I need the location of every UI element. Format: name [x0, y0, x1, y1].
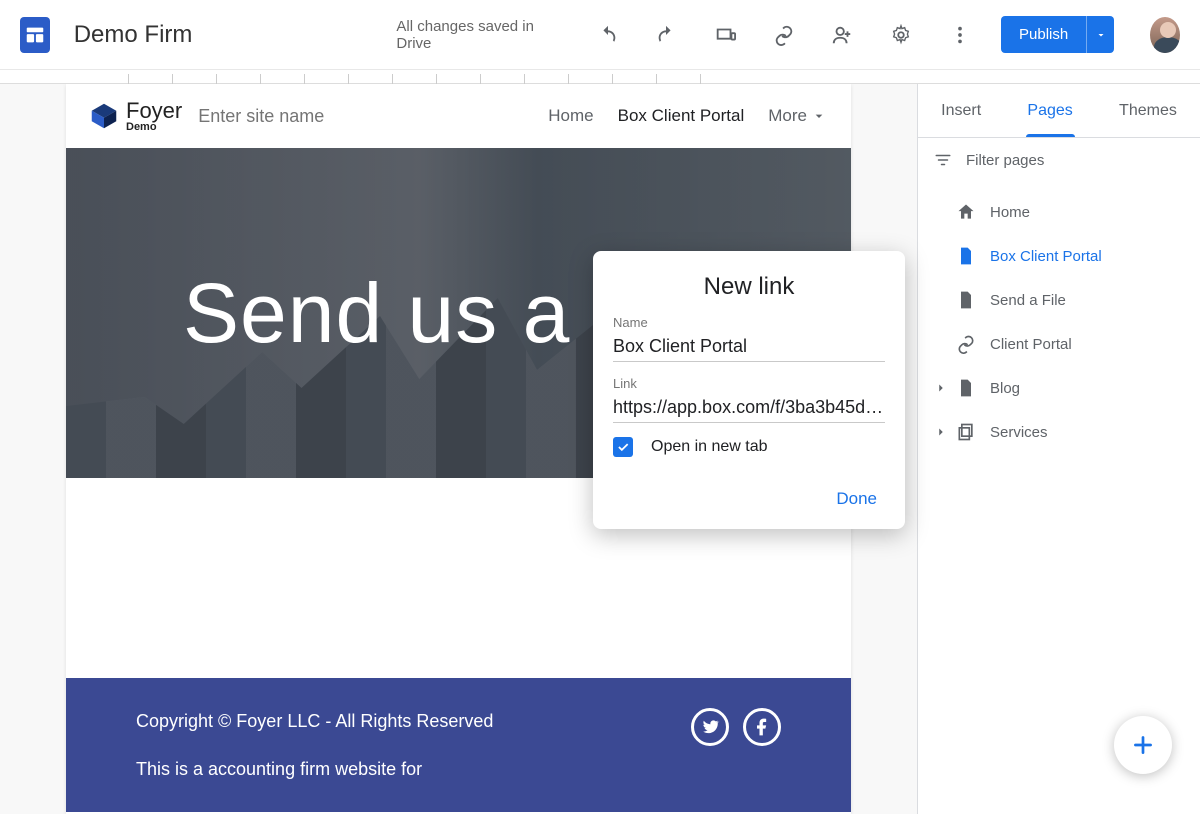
- preview-button[interactable]: [708, 14, 743, 56]
- app-header: Demo Firm All changes saved in Drive Pub…: [0, 0, 1200, 70]
- more-button[interactable]: [942, 14, 977, 56]
- filter-row[interactable]: Filter pages: [918, 138, 1200, 182]
- filter-label: Filter pages: [966, 152, 1044, 169]
- publish-dropdown[interactable]: [1086, 16, 1114, 53]
- site-name-input[interactable]: [198, 106, 378, 127]
- nav-home[interactable]: Home: [548, 106, 593, 126]
- chevron-right-icon: [934, 425, 948, 439]
- side-panel: Insert Pages Themes Filter pages Home Bo…: [917, 84, 1200, 814]
- page-list: Home Box Client Portal Send a File Clien…: [918, 182, 1200, 462]
- tab-pages[interactable]: Pages: [1019, 84, 1080, 137]
- nav-more[interactable]: More: [768, 106, 827, 126]
- page-icon: [956, 290, 976, 310]
- home-icon: [956, 202, 976, 222]
- page-item-services[interactable]: Services: [926, 410, 1192, 454]
- check-icon: [616, 440, 630, 454]
- page-item-home[interactable]: Home: [926, 190, 1192, 234]
- tab-insert[interactable]: Insert: [933, 84, 989, 137]
- twitter-icon[interactable]: [691, 708, 729, 746]
- link-field-label: Link: [613, 376, 885, 391]
- account-avatar[interactable]: [1150, 17, 1180, 53]
- page-item-box-client-portal[interactable]: Box Client Portal: [926, 234, 1192, 278]
- footer-copyright: Copyright © Foyer LLC - All Rights Reser…: [136, 708, 493, 734]
- filter-icon: [934, 151, 952, 169]
- tab-themes[interactable]: Themes: [1111, 84, 1185, 137]
- page-item-send-a-file[interactable]: Send a File: [926, 278, 1192, 322]
- side-tabs: Insert Pages Themes: [918, 84, 1200, 138]
- footer-desc: This is a accounting firm website for: [136, 756, 493, 782]
- social-links: [691, 708, 781, 782]
- site-logo[interactable]: Foyer Demo: [90, 100, 182, 133]
- facebook-icon[interactable]: [743, 708, 781, 746]
- share-button[interactable]: [825, 14, 860, 56]
- link-button[interactable]: [766, 14, 801, 56]
- publish-group: Publish: [1001, 16, 1114, 53]
- name-field-label: Name: [613, 315, 885, 330]
- open-new-tab-checkbox[interactable]: [613, 437, 633, 457]
- redo-button[interactable]: [649, 14, 684, 56]
- new-link-dialog: New link Name Box Client Portal Link htt…: [593, 251, 905, 529]
- page-icon: [956, 378, 976, 398]
- link-input[interactable]: https://app.box.com/f/3ba3b45d…: [613, 391, 885, 423]
- plus-icon: [1130, 732, 1156, 758]
- page-item-client-portal[interactable]: Client Portal: [926, 322, 1192, 366]
- name-input[interactable]: Box Client Portal: [613, 330, 885, 362]
- chevron-right-icon: [934, 381, 948, 395]
- nav-box-client-portal[interactable]: Box Client Portal: [618, 106, 745, 126]
- link-icon: [956, 334, 976, 354]
- save-status: All changes saved in Drive: [396, 18, 542, 52]
- site-header: Foyer Demo Home Box Client Portal More: [66, 84, 851, 148]
- copy-icon: [956, 422, 976, 442]
- settings-button[interactable]: [884, 14, 919, 56]
- add-page-fab[interactable]: [1114, 716, 1172, 774]
- logo-text-1: Foyer: [126, 100, 182, 122]
- dialog-title: New link: [613, 273, 885, 301]
- site-nav: Home Box Client Portal More: [548, 106, 827, 126]
- logo-text-2: Demo: [126, 122, 182, 133]
- site-footer[interactable]: Copyright © Foyer LLC - All Rights Reser…: [66, 678, 851, 812]
- page-item-blog[interactable]: Blog: [926, 366, 1192, 410]
- ruler: [0, 70, 1200, 84]
- page-icon: [956, 246, 976, 266]
- sites-app-icon[interactable]: [20, 17, 50, 53]
- chevron-down-icon: [811, 108, 827, 124]
- done-button[interactable]: Done: [828, 483, 885, 515]
- logo-cube-icon: [90, 102, 118, 130]
- publish-button[interactable]: Publish: [1001, 16, 1086, 53]
- undo-button[interactable]: [590, 14, 625, 56]
- open-new-tab-label: Open in new tab: [651, 438, 768, 456]
- doc-title[interactable]: Demo Firm: [74, 21, 193, 49]
